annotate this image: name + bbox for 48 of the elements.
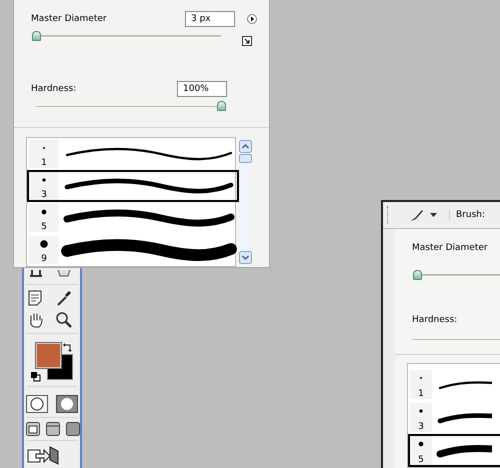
brush-icon[interactable] (410, 208, 424, 222)
stamp-tool-icon[interactable] (28, 270, 44, 278)
brush-preset[interactable]: 1 (408, 368, 500, 401)
slider-thumb[interactable] (217, 100, 226, 111)
master-diameter-label: Master Diameter (31, 14, 107, 24)
swap-colors-icon[interactable] (63, 342, 73, 352)
brush-size: 1 (418, 389, 424, 399)
brush-size: 5 (41, 222, 47, 232)
brush-size: 9 (41, 254, 47, 264)
brush-preset[interactable]: 3 (408, 401, 500, 434)
brush-size: 1 (41, 158, 47, 168)
brush-size: 5 (418, 455, 424, 465)
brush-preset[interactable]: 3 (27, 170, 239, 202)
color-swatches-icon[interactable] (35, 342, 73, 380)
standard-mode-icon[interactable] (26, 395, 48, 413)
zoom-tool-icon[interactable] (55, 311, 73, 329)
hardness-label: Hardness: (31, 84, 76, 94)
screen-mode-icon[interactable] (46, 422, 60, 436)
brush-preset[interactable]: 1 (27, 138, 239, 170)
default-colors-icon[interactable] (31, 372, 41, 382)
scroll-down-icon[interactable] (239, 251, 252, 264)
slider-thumb[interactable] (413, 270, 422, 280)
hardness-field[interactable]: 100% (177, 81, 227, 98)
brush-label: Brush: (449, 210, 486, 220)
scroll-thumb[interactable] (239, 154, 252, 163)
brush-size: 3 (41, 190, 47, 200)
brush-size: 3 (418, 422, 424, 432)
new-preset-icon[interactable] (242, 36, 252, 46)
brush-preset[interactable]: 9 (27, 234, 239, 266)
slider-thumb[interactable] (32, 31, 41, 42)
master-diameter-label: Master Diameter (412, 243, 489, 253)
caret-icon[interactable] (430, 213, 437, 217)
screen-mode-icon[interactable] (26, 422, 40, 436)
brush-tip-icon (39, 207, 49, 217)
jump-to-app-icon[interactable] (26, 445, 60, 465)
brush-tip-icon (39, 239, 49, 249)
brush-stroke-drawing (434, 442, 492, 458)
quick-mask-icon[interactable] (56, 395, 78, 413)
brush-preset[interactable]: 5 (27, 202, 239, 234)
diameter-field[interactable]: 3 px (185, 11, 235, 28)
screen-mode-icon[interactable] (66, 422, 80, 436)
hardness-label: Hardness: (412, 315, 458, 325)
shape-tool-icon[interactable] (56, 270, 72, 278)
scrollbar[interactable] (239, 138, 252, 266)
eyedropper-tool-icon[interactable] (55, 289, 73, 307)
brush-tip-icon (416, 439, 426, 449)
brush-preset[interactable]: 5 (408, 434, 500, 467)
scroll-up-icon[interactable] (239, 140, 252, 153)
